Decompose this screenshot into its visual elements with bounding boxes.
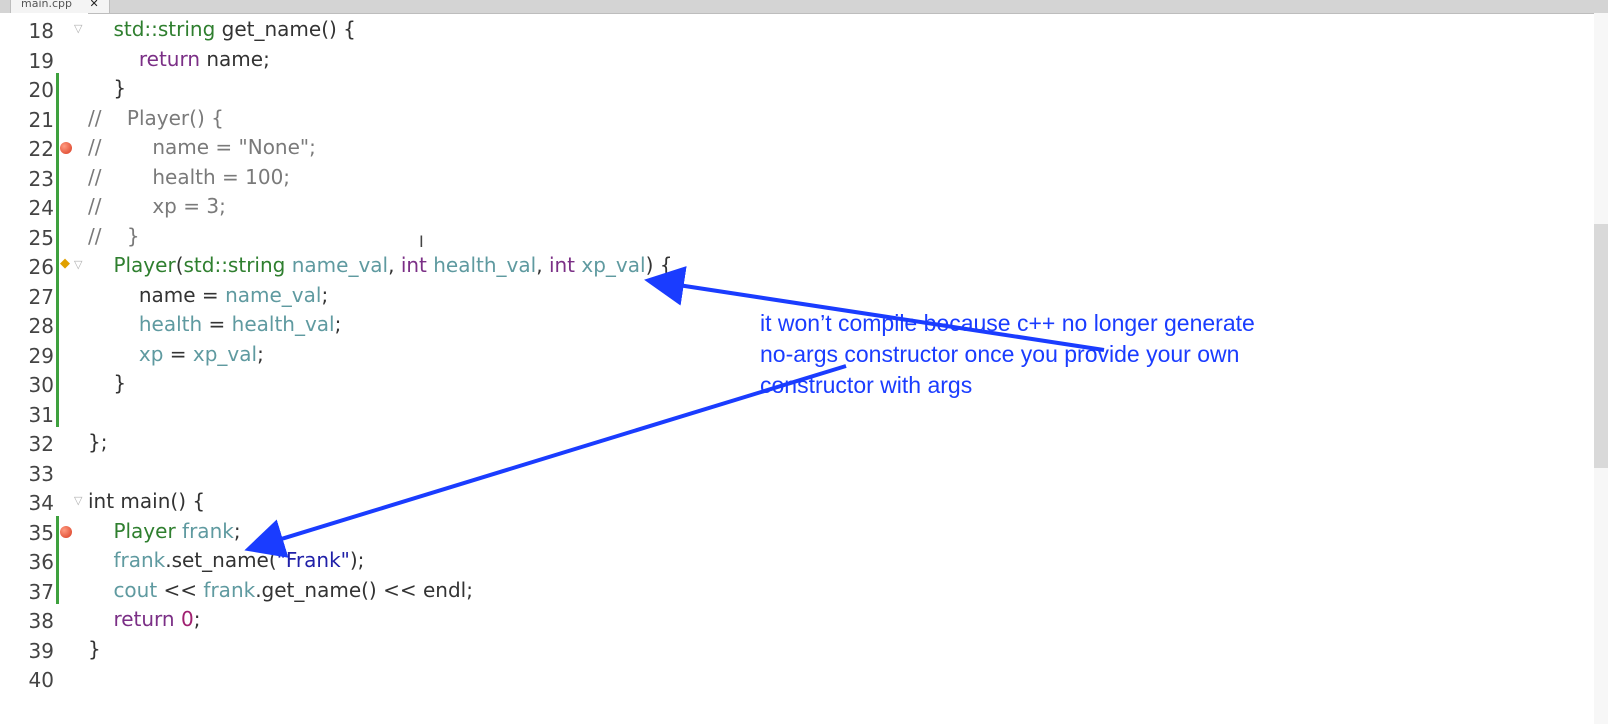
annotation-arrows [244, 266, 1105, 558]
change-marker [56, 73, 59, 427]
arrow-to-player-frank [244, 364, 847, 558]
arrow-to-constructor [644, 266, 1105, 352]
change-marker [56, 515, 59, 604]
